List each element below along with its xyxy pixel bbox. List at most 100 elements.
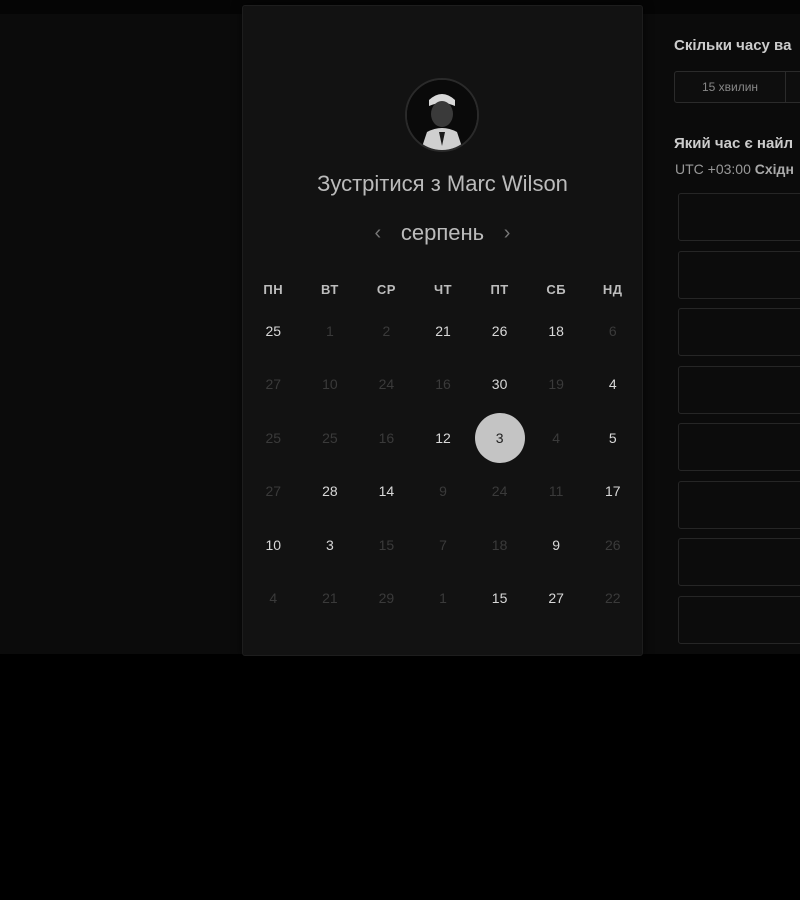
chevron-right-icon[interactable]: ›: [498, 222, 516, 245]
duration-question: Скільки часу ва: [674, 37, 792, 54]
day-number: 18: [548, 322, 564, 339]
unavailable-day: 2: [358, 304, 415, 358]
page-bottom: [0, 654, 800, 900]
day-number: 14: [378, 483, 395, 500]
host-avatar: [405, 78, 479, 152]
chevron-left-icon[interactable]: ‹: [369, 222, 387, 245]
unavailable-day: 9: [415, 465, 472, 519]
calendar-weeks: 25 1 2 21 26 18 6 27 10 24 16 30 19 4 25 25 16 12 3 4 5 27 28 1…: [245, 304, 641, 625]
day-number: 15: [378, 536, 395, 553]
time-slot-button[interactable]: [678, 365, 800, 414]
day-number: 24: [378, 376, 395, 393]
unavailable-day: 18: [471, 518, 528, 572]
day-number: 3: [474, 412, 525, 463]
available-day[interactable]: 9: [528, 518, 585, 572]
time-slot-button[interactable]: [678, 480, 800, 529]
day-number: 27: [265, 376, 282, 393]
page-title: Зустрітися з Marc Wilson: [243, 171, 642, 197]
unavailable-day: 27: [245, 465, 302, 519]
day-number: 4: [608, 376, 617, 393]
weekday-label: НД: [602, 282, 623, 297]
available-day[interactable]: 17: [584, 465, 641, 519]
day-number: 4: [269, 590, 278, 607]
weekday-label: СБ: [546, 282, 567, 297]
time-selection-panel: Скільки часу ва 15 хвилин Який час є най…: [674, 0, 800, 654]
month-label: серпень: [400, 220, 485, 245]
unavailable-day: 1: [302, 304, 359, 358]
weekday-header: ПН ВТ СР ЧТ ПТ СБ НД: [245, 276, 641, 304]
timezone-name: Східн: [754, 161, 794, 177]
available-day[interactable]: 14: [358, 465, 415, 519]
available-day[interactable]: 18: [528, 304, 585, 358]
unavailable-day: 4: [528, 411, 585, 465]
time-question: Який час є найл: [674, 135, 794, 152]
calendar-week-row: 4 21 29 1 15 27 22: [245, 572, 641, 626]
day-number: 25: [322, 429, 338, 446]
weekday-label: СР: [376, 282, 396, 297]
day-number: 26: [491, 322, 508, 339]
duration-option-button[interactable]: 15 хвилин: [674, 71, 786, 103]
weekday-label: ПТ: [490, 282, 509, 297]
unavailable-day: 15: [358, 518, 415, 572]
available-day[interactable]: 12: [415, 411, 472, 465]
selected-day[interactable]: 3: [471, 411, 528, 465]
day-number: 9: [439, 483, 447, 500]
available-day[interactable]: 28: [302, 465, 359, 519]
day-number: 21: [322, 590, 338, 607]
calendar-week-row: 27 10 24 16 30 19 4: [245, 358, 641, 412]
time-slot-button[interactable]: [678, 193, 800, 241]
weekday-label: ВТ: [320, 282, 339, 297]
day-number: 7: [439, 536, 447, 553]
available-day[interactable]: 25: [245, 304, 302, 358]
day-number: 9: [552, 536, 561, 553]
available-day[interactable]: 3: [302, 518, 359, 572]
time-slot-button[interactable]: [678, 250, 800, 299]
day-number: 1: [439, 590, 447, 607]
unavailable-day: 19: [528, 358, 585, 412]
duration-option-button[interactable]: [786, 71, 800, 103]
unavailable-day: 16: [415, 358, 472, 412]
day-number: 6: [608, 322, 617, 339]
unavailable-day: 27: [245, 358, 302, 412]
day-number: 24: [491, 483, 508, 500]
available-day[interactable]: 5: [584, 411, 641, 465]
available-day[interactable]: 21: [415, 304, 472, 358]
unavailable-day: 4: [245, 572, 302, 626]
available-day[interactable]: 15: [471, 572, 528, 626]
day-number: 10: [322, 376, 338, 393]
available-day[interactable]: 26: [471, 304, 528, 358]
calendar-grid: ПН ВТ СР ЧТ ПТ СБ НД 25 1 2 21 26 18 6 27 10 24 16 30 19 4 2…: [245, 276, 641, 625]
available-day[interactable]: 27: [528, 572, 585, 626]
unavailable-day: 16: [358, 411, 415, 465]
time-slot-button[interactable]: [678, 423, 800, 471]
timezone-label[interactable]: UTC +03:00 Східн: [675, 161, 794, 177]
day-number: 27: [548, 590, 564, 607]
day-number: 3: [325, 536, 334, 553]
day-number: 25: [265, 322, 282, 339]
available-day[interactable]: 4: [584, 358, 641, 412]
day-number: 25: [265, 429, 282, 446]
time-slot-button[interactable]: [678, 595, 800, 644]
available-day[interactable]: 10: [245, 518, 302, 572]
day-number: 27: [265, 483, 282, 500]
weekday-label: ЧТ: [433, 282, 453, 297]
day-number: 1: [325, 322, 334, 339]
day-number: 11: [548, 483, 564, 500]
day-number: 2: [382, 322, 391, 339]
available-day[interactable]: 30: [471, 358, 528, 412]
time-slot-list: [678, 193, 800, 653]
time-slot-button[interactable]: [678, 308, 800, 356]
time-slot-button[interactable]: [678, 538, 800, 586]
unavailable-day: 22: [584, 572, 641, 626]
day-number: 18: [491, 536, 508, 553]
day-number: 5: [608, 429, 617, 446]
unavailable-day: 6: [584, 304, 641, 358]
calendar-week-row: 27 28 14 9 24 11 17: [245, 465, 641, 519]
weekday-label: ПН: [263, 282, 284, 297]
day-number: 15: [491, 590, 508, 607]
calendar-week-row: 10 3 15 7 18 9 26: [245, 518, 641, 572]
day-number: 21: [435, 322, 451, 339]
booking-card: Зустрітися з Marc Wilson ‹ серпень › ПН В…: [242, 5, 643, 656]
day-number: 16: [378, 429, 395, 446]
unavailable-day: 25: [302, 411, 359, 465]
